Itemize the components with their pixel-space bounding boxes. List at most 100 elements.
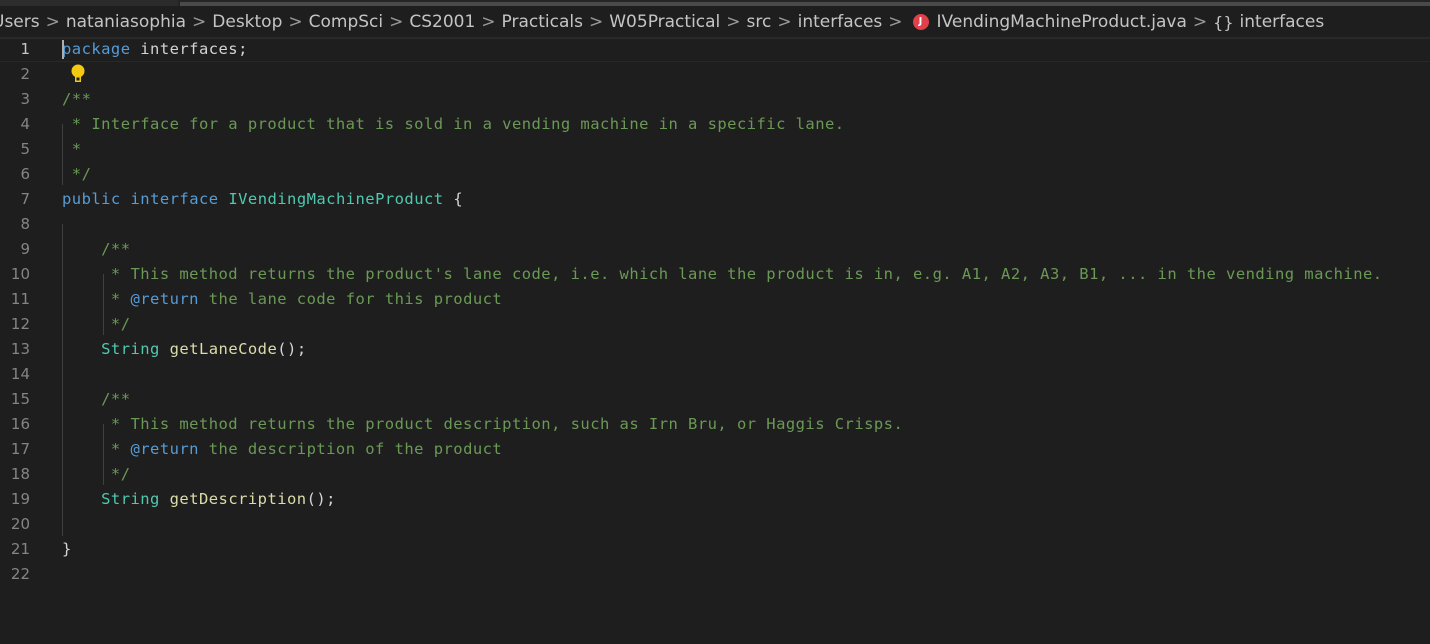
code-token: package — [62, 40, 131, 58]
code-line[interactable]: 21} — [0, 537, 1430, 562]
line-number: 5 — [20, 140, 30, 158]
code-line[interactable]: 20 — [0, 512, 1430, 537]
code-token: /** — [62, 90, 92, 108]
code-text: public interface IVendingMachineProduct … — [62, 187, 463, 212]
code-editor[interactable]: 1 package interfaces; 2 3 /** 4 * Interface f… — [0, 37, 1430, 644]
breadcrumb-item-practicals[interactable]: Practicals — [502, 12, 583, 32]
line-number: 7 — [20, 190, 30, 208]
breadcrumb-item-interfaces-folder[interactable]: interfaces — [798, 12, 883, 32]
code-text: * @return the description of the product — [62, 437, 502, 462]
code-line[interactable]: 4 * Interface for a product that is sold… — [0, 112, 1430, 137]
breadcrumb-item-desktop[interactable]: Desktop — [212, 12, 282, 32]
line-number: 12 — [10, 315, 30, 333]
code-line[interactable]: 7 public interface IVendingMachineProduct… — [0, 187, 1430, 212]
code-line[interactable]: 17 * @return the description of the prod… — [0, 437, 1430, 462]
code-line[interactable]: 18 */ — [0, 462, 1430, 487]
code-token: */ — [62, 315, 131, 333]
code-token: the description of the product — [198, 440, 503, 458]
code-token: * — [62, 440, 131, 458]
code-line[interactable]: 11 * @return the lane code for this prod… — [0, 287, 1430, 312]
chevron-right-icon: > — [389, 12, 404, 32]
code-text: /** — [62, 87, 91, 112]
line-number: 6 — [20, 165, 30, 183]
code-token: */ — [62, 165, 92, 183]
code-line[interactable]: 8 — [0, 212, 1430, 237]
code-text: */ — [62, 462, 130, 487]
code-token: public — [62, 190, 121, 208]
code-token: @return — [130, 290, 199, 308]
line-number: 20 — [10, 515, 30, 533]
line-number: 1 — [20, 40, 30, 58]
line-number: 22 — [10, 565, 30, 583]
text-cursor — [62, 40, 64, 59]
breadcrumb-item-src[interactable]: src — [747, 12, 772, 32]
breadcrumb-item-w05practical[interactable]: W05Practical — [609, 12, 720, 32]
breadcrumb-item-namespace[interactable]: {} interfaces — [1213, 12, 1324, 32]
chevron-right-icon: > — [777, 12, 792, 32]
code-token: * This method returns the product descri… — [62, 415, 904, 433]
code-text: * — [62, 137, 82, 162]
code-token: { — [443, 190, 464, 208]
breadcrumb-item-nataniasophia[interactable]: nataniasophia — [66, 12, 186, 32]
java-file-icon: J — [912, 14, 929, 30]
code-line[interactable]: 6 */ — [0, 162, 1430, 187]
breadcrumb-item-compsci[interactable]: CompSci — [309, 12, 383, 32]
breadcrumb: Users > nataniasophia > Desktop > CompSc… — [0, 6, 1430, 39]
line-number: 11 — [10, 290, 30, 308]
code-line[interactable]: 1 package interfaces; — [0, 37, 1430, 62]
code-text: * Interface for a product that is sold i… — [62, 112, 845, 137]
chevron-right-icon: > — [726, 12, 741, 32]
code-token: */ — [62, 465, 131, 483]
line-number: 18 — [10, 465, 30, 483]
breadcrumb-item-users[interactable]: Users — [0, 12, 40, 32]
code-line[interactable]: 22 — [0, 562, 1430, 587]
code-text: String getLaneCode(); — [62, 337, 307, 362]
code-token: (); — [277, 340, 307, 358]
code-token: String — [101, 340, 160, 358]
code-line[interactable]: 14 — [0, 362, 1430, 387]
code-line[interactable]: 10 * This method returns the product's l… — [0, 262, 1430, 287]
code-line[interactable]: 2 — [0, 62, 1430, 87]
code-text: } — [62, 537, 72, 562]
code-line[interactable]: 9 /** — [0, 237, 1430, 262]
code-token: (); — [306, 490, 336, 508]
code-token: * — [62, 290, 131, 308]
code-text: * This method returns the product descri… — [62, 412, 903, 437]
code-line[interactable]: 12 */ — [0, 312, 1430, 337]
line-number: 14 — [10, 365, 30, 383]
code-token: @return — [130, 440, 199, 458]
line-number: 13 — [10, 340, 30, 358]
breadcrumb-item-file[interactable]: J IVendingMachineProduct.java — [909, 12, 1187, 32]
code-text: */ — [62, 162, 91, 187]
breadcrumb-item-cs2001[interactable]: CS2001 — [409, 12, 475, 32]
code-line[interactable]: 13 String getLaneCode(); — [0, 337, 1430, 362]
code-line[interactable]: 16 * This method returns the product des… — [0, 412, 1430, 437]
code-line[interactable]: 19 String getDescription(); — [0, 487, 1430, 512]
code-text: * @return the lane code for this product — [62, 287, 502, 312]
code-text: */ — [62, 312, 130, 337]
chevron-right-icon: > — [888, 12, 903, 32]
code-token: * — [62, 140, 82, 158]
code-text: * This method returns the product's lane… — [62, 262, 1383, 287]
line-number: 2 — [20, 65, 30, 83]
line-number: 4 — [20, 115, 30, 133]
chevron-right-icon: > — [288, 12, 303, 32]
code-line[interactable]: 3 /** — [0, 87, 1430, 112]
chevron-right-icon: > — [45, 12, 60, 32]
code-text: /** — [62, 387, 130, 412]
code-line[interactable]: 5 * — [0, 137, 1430, 162]
code-token: the lane code for this product — [198, 290, 503, 308]
chevron-right-icon: > — [1192, 12, 1208, 32]
code-token: } — [62, 540, 72, 558]
line-number: 16 — [10, 415, 30, 433]
line-number: 21 — [10, 540, 30, 558]
line-number: 10 — [10, 265, 30, 283]
code-line[interactable]: 15 /** — [0, 387, 1430, 412]
code-token: interfaces; — [130, 40, 248, 58]
line-number: 3 — [20, 90, 30, 108]
